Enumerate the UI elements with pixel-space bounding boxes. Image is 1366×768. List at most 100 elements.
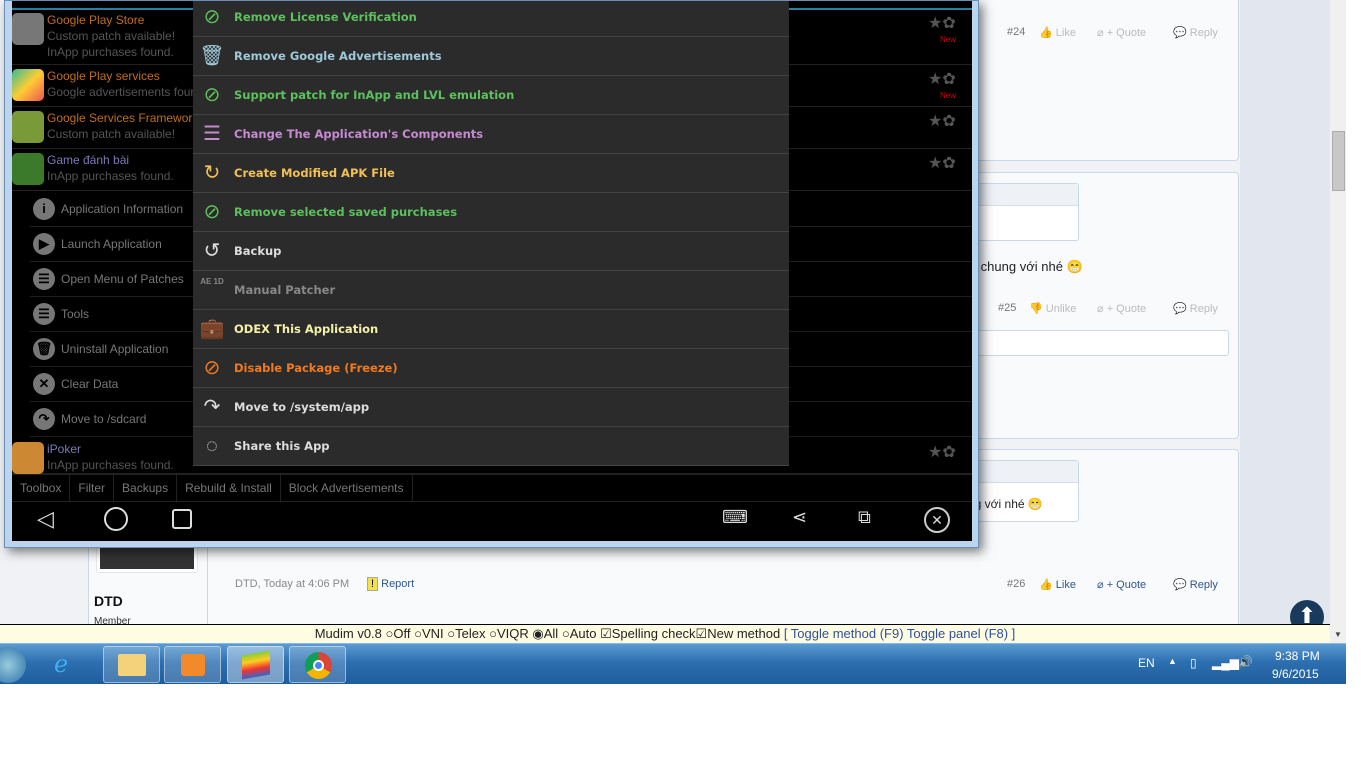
quote-button[interactable]: ⌀ + Quote [1097,578,1146,591]
submenu-label: Launch Application [61,237,162,251]
app-name: Game đánh bài [47,153,130,167]
rotate-screen-icon[interactable]: ⧉ [858,507,871,528]
keyboard-icon[interactable]: ⌨ [722,507,748,528]
mudim-option-label: Off [393,626,411,641]
explorer-taskbar-button[interactable] [103,646,160,683]
app-status: Custom patch available! [47,127,176,141]
mudim-option-label: All [543,626,559,641]
show-hidden-icons[interactable]: ▲ [1168,656,1177,666]
clock-date[interactable]: 9/6/2015 [1272,667,1319,681]
reply-button[interactable]: 💬 Reply [1173,578,1218,591]
post-number: #26 [1007,578,1026,590]
bluestacks-taskbar-button[interactable] [227,646,284,683]
home-button[interactable] [104,507,128,531]
share-icon[interactable]: ⋖ [792,507,807,528]
report-button[interactable]: ! Report [367,577,414,591]
start-button[interactable] [0,647,26,683]
quote-button[interactable]: ⌀ + Quote [1097,302,1146,315]
menu-item[interactable]: ◌ Share this App [193,427,789,466]
unlike-button[interactable]: 👎 Unlike [1029,302,1076,315]
recents-button[interactable] [172,509,192,529]
rating-icons[interactable]: ★✿ [928,13,956,33]
reply-label: Reply [1189,27,1218,39]
no-key-icon: ⊘ [203,6,221,28]
language-indicator[interactable]: EN [1138,656,1155,670]
menu-item-label: Manual Patcher [234,283,336,297]
clock-time[interactable]: 9:38 PM [1275,649,1320,663]
like-button[interactable]: 👍 Like [1039,578,1076,591]
reply-button[interactable]: 💬 Reply [1173,26,1218,39]
post-meta[interactable]: DTD, Today at 4:06 PM [235,578,349,590]
new-method-check[interactable]: ☑New method [696,626,781,641]
mudim-version: Mudim v0.8 [314,626,382,641]
menu-item[interactable]: ⊘ Remove License Verification [193,1,789,37]
like-button[interactable]: 👍 Like [1039,26,1076,39]
power-icon[interactable]: ▯ [1190,656,1197,670]
tab-rebuild-install[interactable]: Rebuild & Install [177,475,281,502]
mudim-option-off[interactable]: ○Off [386,626,415,641]
mudim-toggles[interactable]: [ Toggle method (F9) Toggle panel (F8) ] [784,626,1015,641]
mudim-option-label: VNI [421,626,444,641]
mudim-option-telex[interactable]: ○Telex [447,626,489,641]
tab-toolbox[interactable]: Toolbox [12,475,71,502]
app-name: Google Play Store [47,13,145,27]
reply-button[interactable]: 💬 Reply [1173,302,1218,315]
menu-item-label: Backup [234,244,282,258]
quote-label: + Quote [1106,303,1147,315]
media-player-icon [181,654,205,676]
menu-item[interactable]: 💼 ODEX This Application [193,310,789,349]
media-player-taskbar-button[interactable] [164,646,221,683]
quote-label: + Quote [1106,27,1147,39]
new-badge: New [940,35,957,44]
app-status: Custom patch available! [47,29,176,43]
menu-item[interactable]: ☰ Change The Application's Components [193,115,789,154]
mudim-option-viqr[interactable]: ○VIQR [489,626,532,641]
tab-filter[interactable]: Filter [70,475,115,502]
rating-icons[interactable]: ★✿ [928,111,956,131]
spelling-check-label: Spelling check [611,626,696,641]
info-icon: i [33,198,55,220]
move-icon: ↷ [33,408,55,430]
list-icon: ☰ [33,268,55,290]
rating-icons[interactable]: ★✿ [928,442,956,462]
page-scrollbar[interactable]: ▼ [1330,0,1346,643]
submenu-label: Tools [61,307,90,321]
menu-item[interactable]: ⊘ Remove selected saved purchases [193,193,789,232]
unlike-label: Unlike [1045,303,1077,315]
tab-block-advertisements[interactable]: Block Advertisements [281,475,413,502]
taskbar: ℯ EN ▲ ▯ ▂▄▆ 🔊 9:38 PM 9/6/2015 [0,643,1346,684]
menu-item[interactable]: ⊘ Disable Package (Freeze) [193,349,789,388]
app-icon [12,111,44,143]
mudim-option-all[interactable]: ◉All [532,626,561,641]
menu-item[interactable]: ↷ Move to /system/app [193,388,789,427]
app-icon [12,69,44,101]
menu-item[interactable]: ↺ Backup [193,232,789,271]
volume-icon[interactable]: 🔊 [1238,655,1253,669]
submenu-label: Move to /sdcard [61,412,147,426]
rating-icons[interactable]: ★✿ [928,69,956,89]
mudim-option-auto[interactable]: ○Auto [562,626,600,641]
post-number: #25 [998,302,1017,314]
mudim-option-vni[interactable]: ○VNI [414,626,447,641]
scrollbar-thumb[interactable] [1332,131,1345,191]
mudim-option-label: Auto [569,626,597,641]
ie-icon[interactable]: ℯ [54,650,68,679]
quote-button[interactable]: ⌀ + Quote [1097,26,1146,39]
back-button[interactable]: ◁ [37,506,54,532]
menu-item[interactable]: ↻ Create Modified APK File [193,154,789,193]
android-screen: Google Play Store Custom patch available!… [12,1,972,541]
network-icon[interactable]: ▂▄▆ [1212,656,1239,670]
close-icon[interactable]: ✕ [924,507,950,533]
chrome-taskbar-button[interactable] [289,646,346,683]
tab-backups[interactable]: Backups [114,475,178,502]
menu-item[interactable]: ⊘ Support patch for InApp and LVL emulati… [193,76,789,115]
menu-item[interactable]: AE 1D Manual Patcher [193,271,789,310]
spelling-check[interactable]: ☑Spelling check [600,626,695,641]
reply-input[interactable] [969,330,1229,356]
author-name[interactable]: DTD [94,593,123,609]
page-gutter [1240,0,1330,624]
menu-item[interactable]: 🗑 Remove Google Advertisements [193,37,789,76]
app-name: Google Play services [47,69,160,83]
rating-icons[interactable]: ★✿ [928,153,956,173]
menu-item-label: Create Modified APK File [234,166,395,180]
